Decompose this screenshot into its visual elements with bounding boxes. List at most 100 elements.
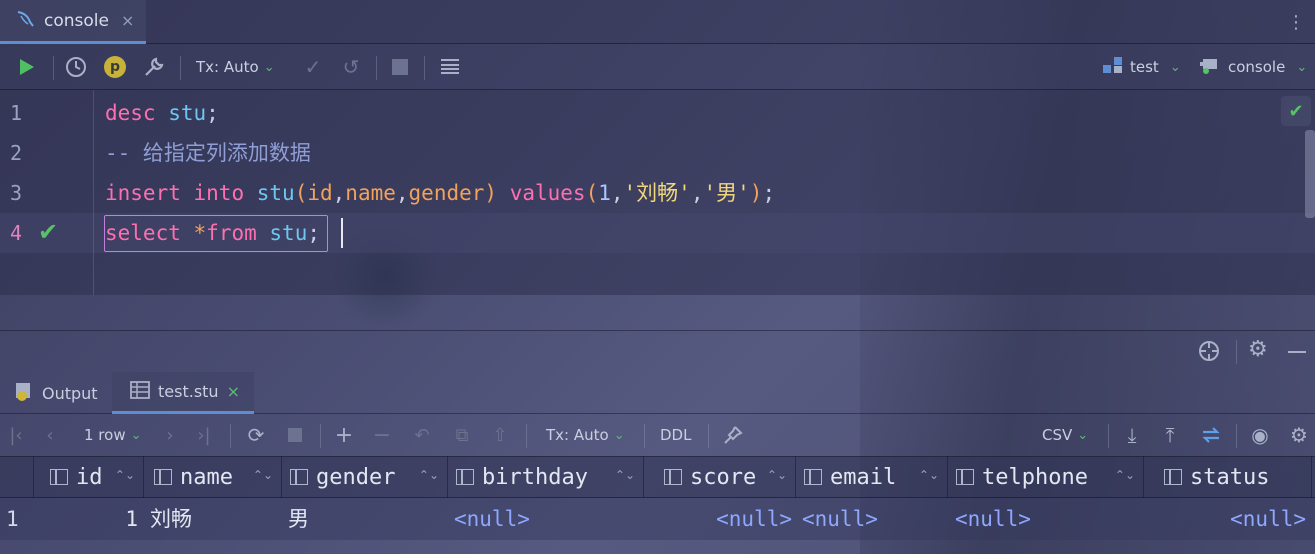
cell-telphone[interactable]: <null> <box>955 498 1135 540</box>
cell-gender[interactable]: 男 <box>288 498 438 540</box>
more-options-icon[interactable]: ⋮ <box>1287 12 1305 33</box>
column-header-email[interactable]: email ⌃⌄ <box>796 456 948 498</box>
column-header-label: status <box>1190 464 1270 490</box>
datasource-label: test <box>1130 58 1159 76</box>
code-line-2[interactable]: -- 给指定列添加数据 <box>105 133 311 173</box>
column-header-status[interactable]: status <box>1144 456 1312 498</box>
tab-output-label: Output <box>42 383 98 403</box>
line-number: 1 <box>10 101 23 125</box>
toolbar-separator <box>376 56 377 80</box>
editor-scrollbar[interactable] <box>1305 130 1315 218</box>
code-line-1[interactable]: desc stu; <box>105 93 219 133</box>
sort-icon[interactable]: ⌃⌄ <box>253 468 273 482</box>
toolbar-separator <box>320 424 321 448</box>
refresh-icon[interactable]: ⟳ <box>244 414 268 456</box>
keyword: values <box>509 181 586 205</box>
last-page-icon[interactable]: ›| <box>194 414 214 456</box>
cell-id[interactable]: 1 <box>34 498 138 540</box>
compare-icon[interactable] <box>1198 414 1224 456</box>
gear-icon[interactable]: ⚙ <box>1286 414 1312 456</box>
rollback-icon[interactable]: ↺ <box>338 44 364 90</box>
datasource-selector[interactable]: test ⌄ <box>1102 44 1181 90</box>
pin-icon[interactable] <box>720 414 746 456</box>
sort-icon[interactable]: ⌃⌄ <box>115 468 135 482</box>
transaction-mode-dropdown[interactable]: Tx: Auto ⌄ <box>196 44 275 90</box>
column-icon <box>50 469 68 485</box>
column-header-name[interactable]: name ⌃⌄ <box>144 456 282 498</box>
results-tx-dropdown[interactable]: Tx: Auto ⌄ <box>546 414 625 456</box>
column-name: gender <box>408 181 485 205</box>
column-header-label: email <box>830 464 897 490</box>
keyword: select <box>105 221 181 245</box>
submit-icon[interactable]: ⇧ <box>488 414 512 456</box>
column-icon <box>1164 469 1182 485</box>
commit-icon[interactable]: ✓ <box>300 44 326 90</box>
cell-birthday[interactable]: <null> <box>454 498 634 540</box>
keyword: into <box>193 181 245 205</box>
results-tx-label: Tx: Auto <box>546 426 609 444</box>
column-header-birthday[interactable]: birthday ⌃⌄ <box>448 456 644 498</box>
chevron-down-icon: ⌄ <box>263 59 275 75</box>
first-page-icon[interactable]: |‹ <box>6 414 26 456</box>
results-layout-icon[interactable] <box>436 44 464 90</box>
run-icon[interactable] <box>12 44 42 90</box>
paren: ) <box>484 181 498 205</box>
close-icon[interactable]: × <box>227 382 240 401</box>
target-icon[interactable] <box>1198 340 1220 366</box>
column-header-score[interactable]: score ⌃⌄ <box>644 456 796 498</box>
revert-icon[interactable]: ↶ <box>410 414 434 456</box>
keyword: desc <box>105 101 156 125</box>
preview-changes-icon[interactable]: ⧉ <box>450 414 474 456</box>
session-selector[interactable]: console ⌄ <box>1200 44 1307 90</box>
upload-icon[interactable]: ⤒ <box>1158 414 1182 456</box>
cell-email[interactable]: <null> <box>802 498 942 540</box>
sort-icon[interactable]: ⌃⌄ <box>419 468 439 482</box>
cell-score[interactable]: <null> <box>644 498 792 540</box>
sort-icon[interactable]: ⌃⌄ <box>919 468 939 482</box>
sort-icon[interactable]: ⌃⌄ <box>767 468 787 482</box>
explain-plan-icon[interactable]: p <box>102 44 128 90</box>
toolbar-separator <box>1108 424 1109 448</box>
history-icon[interactable] <box>62 44 90 90</box>
column-icon <box>456 469 474 485</box>
comma: , <box>332 181 346 205</box>
tab-console[interactable]: console × <box>0 0 146 44</box>
code-line-3[interactable]: insert into stu(id,name,gender) values(1… <box>105 173 775 213</box>
table-name: stu <box>269 221 308 245</box>
stop-icon[interactable] <box>284 414 306 456</box>
delete-row-icon[interactable]: − <box>370 414 394 456</box>
comma: , <box>395 181 409 205</box>
stop-icon[interactable] <box>388 44 412 90</box>
toolbar-separator <box>1236 424 1237 448</box>
tab-output[interactable]: Output <box>14 372 98 414</box>
wrench-icon[interactable] <box>140 44 168 90</box>
column-header-id[interactable]: id ⌃⌄ <box>34 456 144 498</box>
code-line-4[interactable]: select *from stu; <box>105 213 320 253</box>
eye-icon[interactable]: ◉ <box>1246 414 1274 456</box>
table-icon <box>130 380 150 403</box>
row-count-dropdown[interactable]: 1 row ⌄ <box>84 414 142 456</box>
minimize-icon[interactable] <box>1288 351 1306 353</box>
column-name: name <box>345 181 396 205</box>
download-icon[interactable]: ⤓ <box>1120 414 1144 456</box>
column-header-telphone[interactable]: telphone ⌃⌄ <box>948 456 1144 498</box>
previous-page-icon[interactable]: ‹ <box>40 414 60 456</box>
close-icon[interactable]: × <box>121 11 134 30</box>
sort-icon[interactable]: ⌃⌄ <box>615 468 635 482</box>
toolbar-separator <box>708 424 709 448</box>
semicolon: ; <box>762 181 776 205</box>
sort-icon[interactable]: ⌃⌄ <box>1115 468 1135 482</box>
ddl-button[interactable]: DDL <box>660 414 691 456</box>
semicolon: ; <box>206 101 219 125</box>
cell-status[interactable]: <null> <box>1144 498 1306 540</box>
cell-name[interactable]: 刘畅 <box>150 498 280 540</box>
column-header-gender[interactable]: gender ⌃⌄ <box>282 456 448 498</box>
next-page-icon[interactable]: › <box>160 414 180 456</box>
tab-test-stu[interactable]: test.stu × <box>112 372 254 414</box>
console-session-icon <box>1200 55 1222 79</box>
row-number-header <box>0 456 34 498</box>
export-format-dropdown[interactable]: CSV ⌄ <box>1042 414 1088 456</box>
inspection-ok-icon[interactable]: ✔ <box>1281 96 1311 126</box>
gear-icon[interactable]: ⚙ <box>1248 337 1268 362</box>
add-row-icon[interactable]: + <box>332 414 356 456</box>
